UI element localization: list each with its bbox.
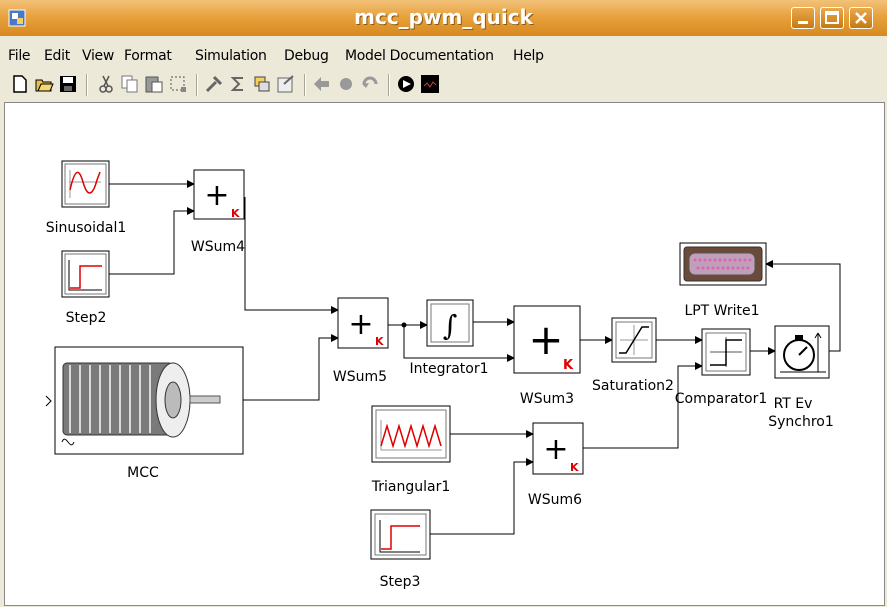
label-mcc: MCC — [127, 465, 159, 481]
svg-text:∫: ∫ — [443, 309, 458, 342]
label-triangular1: Triangular1 — [371, 479, 450, 495]
label-saturation2: Saturation2 — [592, 378, 674, 394]
block-wsum4[interactable]: + K — [193, 169, 245, 220]
block-wsum5[interactable]: + K — [337, 297, 389, 349]
app-window: mcc_pwm_quick File Edit View Format Simu… — [0, 0, 887, 607]
svg-text:K: K — [570, 461, 579, 474]
block-lpt-write1[interactable] — [679, 242, 767, 286]
label-step3: Step3 — [380, 574, 421, 590]
label-wsum3: WSum3 — [520, 391, 574, 407]
block-step2[interactable] — [61, 250, 110, 298]
svg-text:+: + — [528, 315, 563, 364]
block-rt-ev-synchro1[interactable] — [774, 325, 830, 379]
label-comparator1: Comparator1 — [675, 391, 768, 407]
block-wsum6[interactable]: + K — [532, 422, 584, 475]
label-lpt-write1: LPT Write1 — [684, 303, 759, 319]
label-integrator1: Integrator1 — [409, 361, 488, 377]
svg-text:K: K — [231, 207, 240, 220]
label-wsum6: WSum6 — [528, 492, 582, 508]
junction-dot — [401, 322, 407, 328]
label-wsum5: WSum5 — [333, 369, 387, 385]
block-triangular1[interactable] — [371, 405, 451, 463]
block-step3[interactable] — [370, 509, 431, 560]
wire-step3-wsum6 — [430, 458, 534, 535]
label-wsum4: WSum4 — [191, 239, 245, 255]
block-integrator1[interactable]: ∫ — [426, 299, 474, 347]
label-synchro1: Synchro1 — [768, 414, 834, 430]
svg-text:K: K — [563, 358, 574, 373]
label-sinusoidal1: Sinusoidal1 — [46, 220, 127, 236]
wire-wsum4-wsum5 — [244, 197, 339, 314]
wire-mcc-wsum5 — [243, 334, 339, 401]
svg-text:+: + — [543, 432, 568, 467]
svg-text:+: + — [348, 307, 373, 342]
label-rt-ev: RT Ev — [774, 396, 813, 412]
block-sinusoidal1[interactable] — [61, 160, 110, 208]
block-diagram: Sinusoidal1 Step2 + K WSum4 MCC + K WSum… — [45, 160, 841, 590]
mcc-input-arrow — [45, 395, 52, 407]
block-comparator1[interactable] — [701, 328, 751, 376]
svg-text:+: + — [204, 178, 229, 213]
label-step2: Step2 — [66, 310, 107, 326]
block-saturation2[interactable] — [611, 317, 657, 363]
svg-text:K: K — [375, 335, 384, 348]
block-wsum3[interactable]: + K — [513, 305, 581, 374]
block-mcc[interactable] — [54, 346, 244, 455]
